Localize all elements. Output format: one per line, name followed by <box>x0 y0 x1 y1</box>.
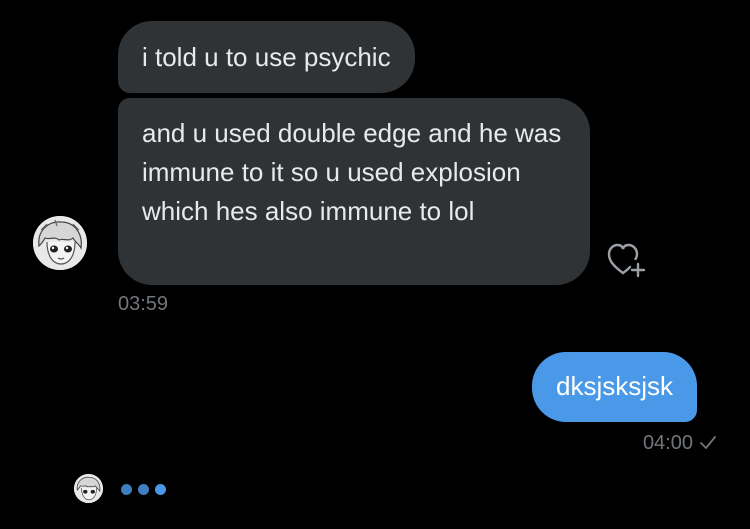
typing-dot <box>121 484 132 495</box>
message-text: i told u to use psychic <box>142 42 391 72</box>
avatar[interactable] <box>33 216 87 270</box>
add-reaction-button[interactable] <box>606 241 652 281</box>
message-timestamp: 03:59 <box>118 293 169 315</box>
received-message-bubble[interactable]: i told u to use psychic <box>118 21 415 93</box>
sent-message-bubble[interactable]: dksjsksjsk <box>532 352 698 422</box>
avatar-image <box>74 474 103 503</box>
received-message-bubble[interactable]: and u used double edge and he was immune… <box>118 98 590 285</box>
message-timestamp: 04:00 <box>643 431 717 455</box>
checkmark-icon <box>700 436 716 449</box>
heart-plus-icon <box>607 243 646 278</box>
avatar[interactable] <box>74 474 103 503</box>
timestamp-text: 04:00 <box>642 432 693 454</box>
typing-dot <box>138 484 149 495</box>
message-text: dksjsksjsk <box>556 371 674 401</box>
typing-indicator <box>121 484 166 495</box>
avatar-image <box>33 216 87 270</box>
typing-dot <box>155 484 166 495</box>
message-text: and u used double edge and he was immune… <box>142 118 562 226</box>
